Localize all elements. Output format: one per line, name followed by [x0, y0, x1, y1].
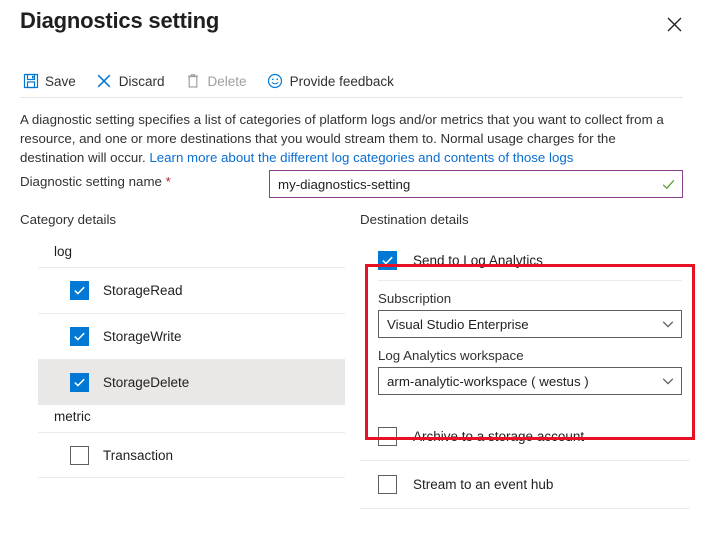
diagnostic-setting-name-row: Diagnostic setting name *	[20, 170, 683, 198]
name-label-text: Diagnostic setting name	[20, 174, 162, 189]
toolbar-divider	[20, 97, 683, 98]
delete-button: Delete	[183, 68, 257, 94]
subscription-field: Subscription Visual Studio Enterprise	[360, 281, 690, 338]
chevron-down-icon	[655, 374, 681, 388]
checkbox-transaction[interactable]	[70, 445, 89, 465]
subscription-value: Visual Studio Enterprise	[387, 316, 529, 332]
table-row[interactable]: Transaction	[38, 432, 345, 478]
required-marker: *	[165, 174, 171, 189]
table-row[interactable]: StorageRead	[38, 267, 345, 313]
send-to-log-analytics-row[interactable]: Send to Log Analytics	[360, 240, 690, 280]
table-row[interactable]: StorageWrite	[38, 313, 345, 359]
page-title: Diagnostics setting	[20, 8, 220, 33]
send-to-log-analytics-label: Send to Log Analytics	[413, 252, 543, 268]
stream-event-hub-label: Stream to an event hub	[413, 477, 554, 492]
diagnostic-setting-name-label: Diagnostic setting name *	[20, 174, 171, 189]
save-button[interactable]: Save	[20, 68, 86, 94]
category-label-transaction: Transaction	[103, 447, 174, 463]
category-label-storagedelete: StorageDelete	[103, 375, 190, 390]
learn-more-link[interactable]: Learn more about the different log categ…	[149, 150, 573, 165]
diagnostic-setting-name-input[interactable]	[270, 171, 660, 197]
discard-button-label: Discard	[118, 73, 165, 89]
subscription-select[interactable]: Visual Studio Enterprise	[378, 310, 682, 338]
save-floppy-icon	[22, 73, 39, 90]
table-row[interactable]: StorageDelete	[38, 359, 345, 405]
smiley-feedback-icon	[267, 73, 284, 90]
stream-event-hub-row[interactable]: Stream to an event hub	[360, 461, 690, 509]
category-details-heading: Category details	[20, 212, 117, 227]
checkbox-archive-storage-account[interactable]	[378, 427, 397, 446]
provide-feedback-button-label: Provide feedback	[289, 73, 394, 89]
discard-button[interactable]: Discard	[94, 68, 175, 94]
subscription-label: Subscription	[378, 291, 452, 306]
checkbox-storageread[interactable]	[70, 281, 89, 300]
checkbox-storagedelete[interactable]	[70, 373, 89, 392]
category-list: log StorageRead StorageWrite StorageDele…	[38, 240, 345, 478]
workspace-value: arm-analytic-workspace ( westus )	[387, 373, 589, 389]
archive-storage-row[interactable]: Archive to a storage account	[360, 413, 690, 461]
category-group-title-metric: metric	[54, 409, 91, 424]
archive-storage-label: Archive to a storage account	[413, 429, 585, 444]
log-analytics-block: Send to Log Analytics Subscription Visua…	[360, 240, 695, 440]
category-details-column: Category details log StorageRead Storage…	[20, 212, 345, 478]
green-check-icon	[660, 177, 682, 192]
delete-trash-icon	[185, 73, 202, 90]
destination-details-column: Destination details Send to Log Analytic…	[360, 212, 695, 509]
workspace-field: Log Analytics workspace arm-analytic-wor…	[360, 338, 690, 395]
checkbox-stream-event-hub[interactable]	[378, 475, 397, 494]
category-label-storageread: StorageRead	[103, 283, 183, 298]
command-bar: Save Discard Delete Provide feedback	[20, 68, 412, 94]
diagnostic-setting-name-input-wrap[interactable]	[269, 170, 683, 198]
checkbox-send-to-log-analytics[interactable]	[378, 250, 397, 270]
checkbox-storagewrite[interactable]	[70, 327, 89, 346]
destination-details-heading: Destination details	[360, 212, 469, 227]
discard-x-icon	[96, 73, 113, 90]
workspace-select[interactable]: arm-analytic-workspace ( westus )	[378, 367, 682, 395]
description-text: A diagnostic setting specifies a list of…	[20, 110, 680, 167]
provide-feedback-button[interactable]: Provide feedback	[265, 68, 404, 94]
workspace-label: Log Analytics workspace	[378, 348, 524, 363]
close-icon	[667, 17, 682, 32]
chevron-down-icon	[655, 317, 681, 331]
close-button[interactable]	[659, 9, 689, 39]
category-group-title-log: log	[54, 244, 73, 259]
save-button-label: Save	[45, 73, 76, 89]
delete-button-label: Delete	[207, 73, 247, 89]
category-label-storagewrite: StorageWrite	[103, 329, 182, 344]
